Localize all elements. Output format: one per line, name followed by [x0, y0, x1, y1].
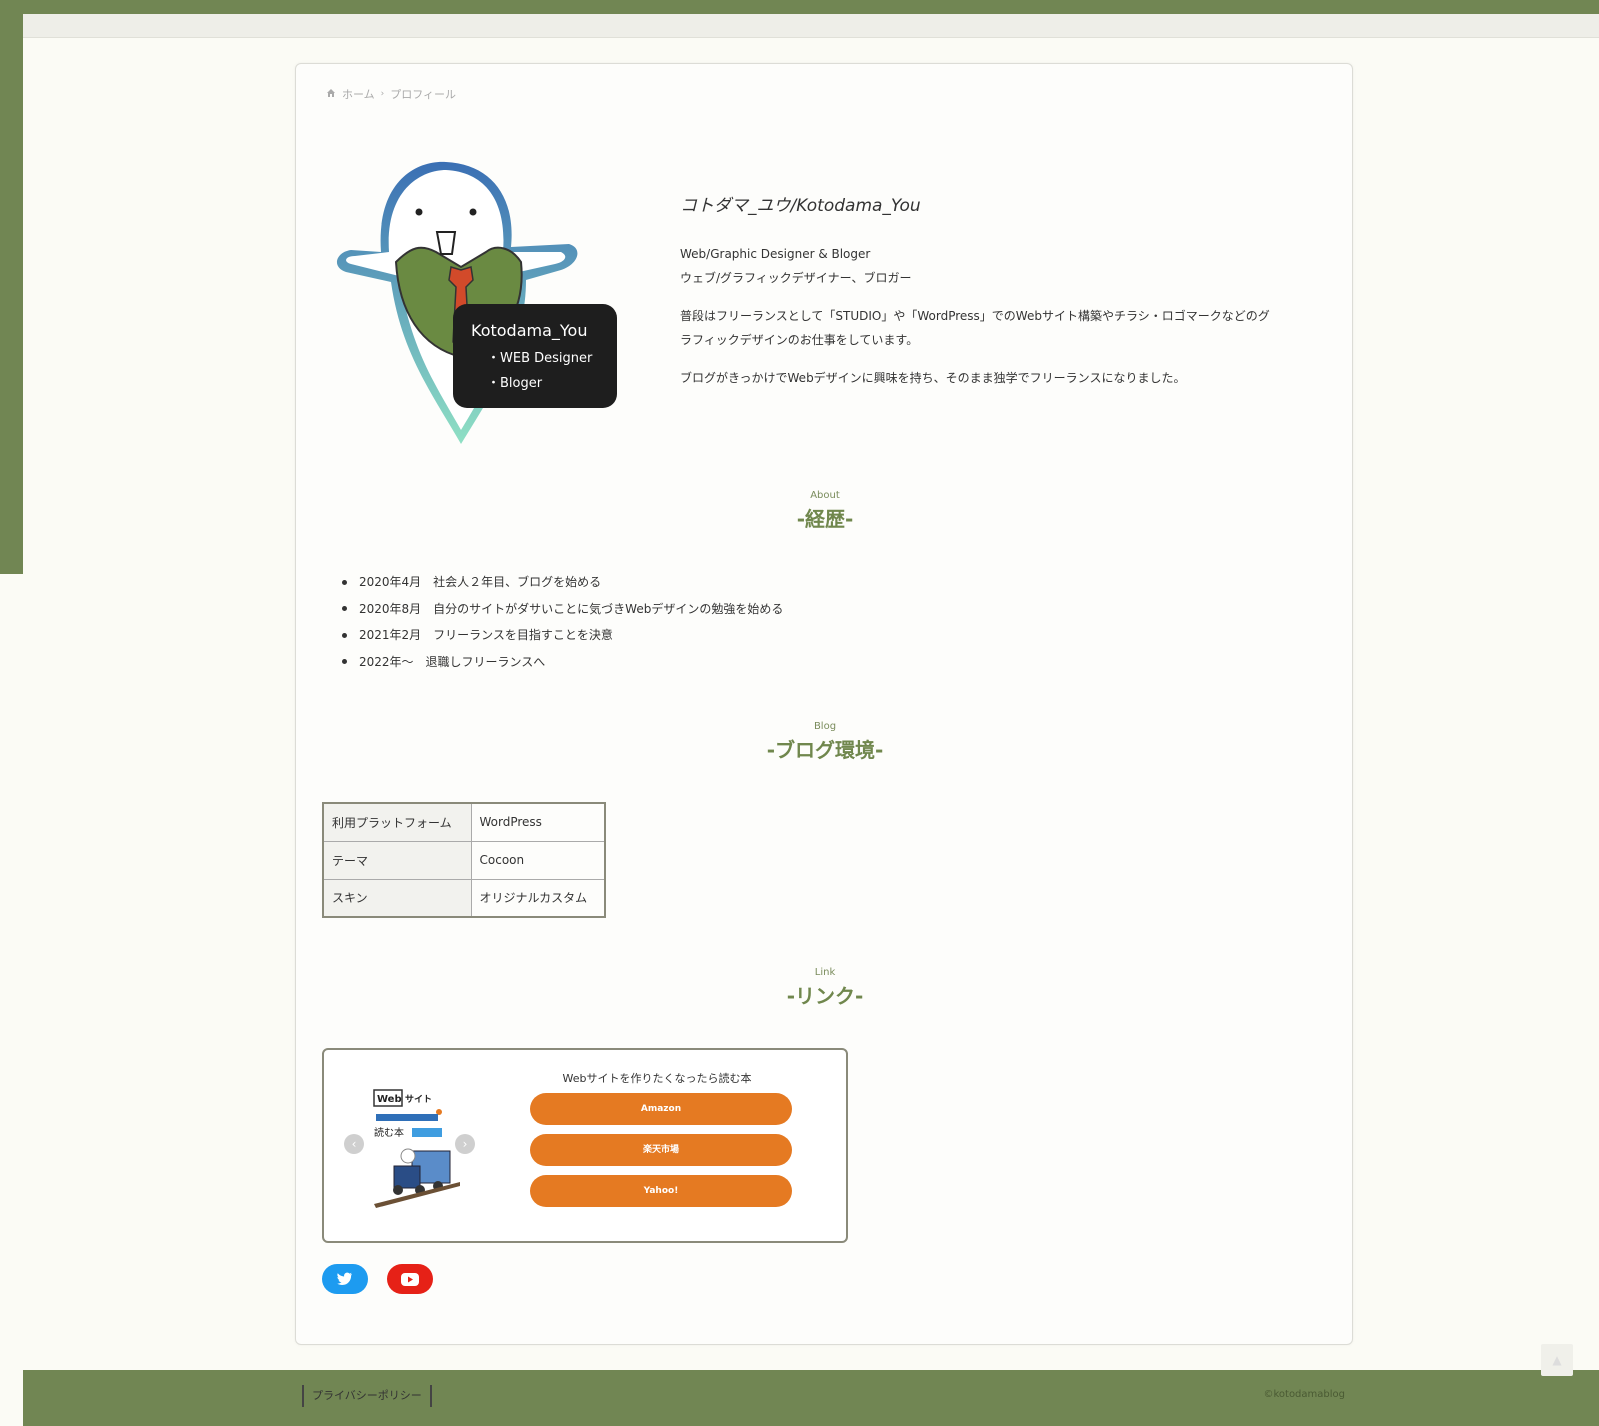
list-item: 2022年～ 退職しフリーランスへ [342, 649, 783, 676]
badge-name: Kotodama_You [471, 321, 587, 341]
chevron-right-icon: › [380, 89, 385, 99]
chevron-right-icon[interactable]: › [455, 1134, 475, 1154]
table-key: テーマ [322, 840, 472, 880]
youtube-icon[interactable] [387, 1264, 433, 1294]
profile-description: 普段はフリーランスとして「STUDIO」や「WordPress」でのWebサイト… [680, 309, 1270, 347]
cover-text-3: 読む本 [374, 1126, 404, 1139]
profile-illustration: Kotodama_You ・WEB Designer ・Bloger [336, 161, 617, 444]
table-key: 利用プラットフォーム [322, 802, 472, 842]
article-card: ホーム › プロフィール Kotodama_You ・WEB Designer … [295, 63, 1353, 1345]
table-row: スキン オリジナルカスタム [322, 878, 606, 918]
rakuten-button[interactable]: 楽天市場 [530, 1134, 792, 1166]
career-list: 2020年4月 社会人２年目、ブログを始める 2020年8月 自分のサイトがダサ… [342, 569, 783, 675]
profile-role-ja: ウェブ/グラフィックデザイナー、ブロガー [680, 271, 912, 285]
home-icon[interactable] [326, 88, 336, 101]
link-title: -リンク- [786, 984, 864, 1008]
breadcrumb-current: プロフィール [390, 88, 457, 101]
blog-heading: Blog -ブログ環境- [296, 721, 1354, 763]
profile-name: コトダマ_ユウ/Kotodama_You [680, 196, 921, 216]
profile-description-2: ブログがきっかけでWebデザインに興味を持ち、そのまま独学でフリーランスになりま… [680, 371, 1186, 385]
about-title: -経歴- [796, 507, 854, 531]
blog-environment-table: 利用プラットフォーム WordPress テーマ Cocoon スキン オリジナ… [322, 802, 606, 918]
amazon-button[interactable]: Amazon [530, 1093, 792, 1125]
cover-text-1: Web [377, 1094, 402, 1105]
twitter-icon[interactable] [322, 1264, 368, 1294]
badge-line1: ・WEB Designer [487, 351, 593, 366]
header-bar [0, 0, 1599, 14]
table-row: テーマ Cocoon [322, 840, 606, 880]
list-item: 2020年8月 自分のサイトがダサいことに気づきWebデザインの勉強を始める [342, 596, 783, 623]
yahoo-button[interactable]: Yahoo! [530, 1175, 792, 1207]
copyright: ©kotodamablog [1263, 1389, 1345, 1400]
footer: プライバシーポリシー ©kotodamablog [23, 1370, 1599, 1426]
about-heading: About -経歴- [296, 490, 1354, 532]
profile-intro: コトダマ_ユウ/Kotodama_You Web/Graphic Designe… [680, 191, 1280, 390]
list-item: 2021年2月 フリーランスを目指すことを決意 [342, 622, 783, 649]
book-link-card: ‹ Web サイト 読む本 › Webサイトを作りたくなったら読む本 Amazo… [322, 1048, 848, 1243]
table-row: 利用プラットフォーム WordPress [322, 802, 606, 842]
link-sub: Link [814, 967, 836, 978]
table-value: オリジナルカスタム [470, 878, 606, 918]
blog-sub: Blog [813, 721, 837, 732]
list-item: 2020年4月 社会人２年目、ブログを始める [342, 569, 783, 596]
side-decoration [0, 14, 23, 574]
global-nav [23, 14, 1599, 38]
link-heading: Link -リンク- [296, 967, 1354, 1009]
profile-role-en: Web/Graphic Designer & Bloger [680, 247, 871, 261]
book-cover[interactable]: Web サイト 読む本 [372, 1086, 462, 1216]
about-sub: About [810, 490, 840, 501]
badge-line2: ・Bloger [487, 376, 543, 391]
blog-title: -ブログ環境- [766, 738, 884, 762]
privacy-policy-link[interactable]: プライバシーポリシー [302, 1385, 432, 1407]
breadcrumb-home[interactable]: ホーム [342, 86, 375, 102]
table-key: スキン [322, 878, 472, 918]
arrow-up-icon[interactable]: ▲ [1541, 1344, 1573, 1376]
breadcrumb: ホーム › プロフィール [326, 86, 456, 102]
cover-text-2: サイト [405, 1094, 432, 1105]
table-value: Cocoon [470, 840, 606, 880]
chevron-left-icon[interactable]: ‹ [344, 1134, 364, 1154]
table-value: WordPress [470, 802, 606, 842]
book-title[interactable]: Webサイトを作りたくなったら読む本 [524, 1070, 790, 1086]
